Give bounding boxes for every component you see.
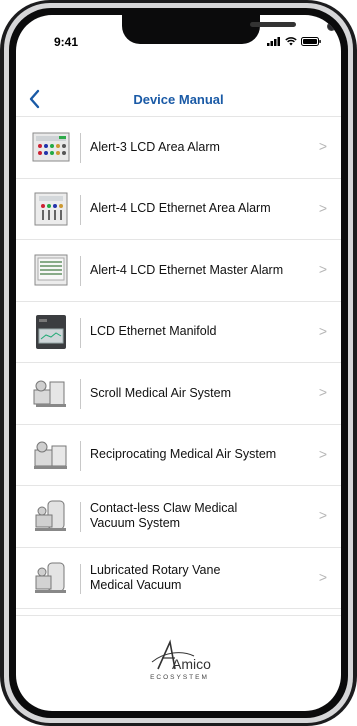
row-separator — [80, 194, 81, 225]
navigation-bar: Device Manual — [16, 85, 341, 115]
alert4-master-thumbnail — [34, 254, 68, 286]
list-item-label: Alert-3 LCD Area Alarm — [90, 139, 220, 154]
logo-subtitle: ECOSYSTEM — [150, 674, 209, 681]
row-separator — [80, 317, 81, 348]
manifold-thumbnail — [36, 314, 66, 349]
list-item[interactable]: Scroll Medical Air System > — [16, 363, 341, 425]
chevron-right-icon: > — [318, 322, 327, 339]
alert4-panel-thumbnail — [34, 192, 68, 225]
list-item-label: Alert-4 LCD Ethernet Area Alarm — [90, 201, 271, 215]
status-icons — [267, 37, 321, 46]
list-item[interactable]: Alert-4 LCD Ethernet Master Alarm > — [16, 240, 341, 302]
footer: Amico ECOSYSTEM — [16, 615, 341, 711]
list-item[interactable]: Lubricated Rotary Vane Medical Vacuum > — [16, 548, 341, 609]
chevron-right-icon: > — [318, 445, 327, 462]
list-item-label: Lubricated Rotary Vane Medical Vacuum — [90, 562, 221, 592]
wifi-icon — [285, 37, 297, 46]
row-separator — [80, 502, 81, 532]
list-item-label: Contact-less Claw Medical Vacuum System — [90, 501, 238, 530]
list-item-label: Scroll Medical Air System — [90, 385, 232, 400]
list-item[interactable]: LCD Ethernet Manifold > — [16, 302, 341, 363]
chevron-right-icon: > — [318, 261, 327, 277]
list-item-label: LCD Ethernet Manifold — [90, 324, 217, 338]
scroll-air-thumbnail — [33, 380, 66, 407]
rotary-vane-thumbnail — [35, 562, 66, 593]
svg-text:Amico: Amico — [172, 656, 211, 672]
list-item-label: Alert-4 LCD Ethernet Master Alarm — [90, 262, 284, 277]
alert3-panel-thumbnail — [32, 132, 70, 162]
chevron-right-icon: > — [318, 138, 327, 154]
status-time: 9:41 — [54, 35, 79, 49]
status-bar: 9:41 — [16, 15, 341, 59]
row-separator — [80, 256, 81, 286]
reciprocating-air-thumbnail — [34, 441, 67, 469]
battery-icon — [301, 37, 321, 46]
chevron-right-icon: > — [318, 384, 327, 400]
list-item[interactable]: Alert-3 LCD Area Alarm > — [16, 117, 341, 179]
row-separator — [80, 563, 81, 594]
phone-frame: 9:41 Device Manual Alert-3 LCD Area Alar… — [0, 0, 357, 726]
amico-logo: Amico ECOSYSTEM — [142, 638, 217, 688]
list-item[interactable]: Contact-less Claw Medical Vacuum System … — [16, 486, 341, 548]
row-separator — [80, 133, 81, 163]
screen: 9:41 Device Manual Alert-3 LCD Area Alar… — [16, 15, 341, 711]
chevron-right-icon: > — [318, 507, 327, 523]
chevron-right-icon: > — [318, 568, 327, 585]
list-item[interactable]: Reciprocating Medical Air System > — [16, 425, 341, 486]
row-separator — [80, 379, 81, 409]
list-item-label: Reciprocating Medical Air System — [90, 447, 277, 461]
chevron-right-icon: > — [318, 199, 327, 216]
device-list: Alert-3 LCD Area Alarm > Alert-4 LCD Eth… — [16, 116, 341, 609]
signal-icon — [267, 37, 280, 46]
page-title: Device Manual — [133, 92, 224, 107]
list-item[interactable]: Alert-4 LCD Ethernet Area Alarm > — [16, 179, 341, 240]
claw-vacuum-thumbnail — [35, 500, 66, 531]
row-separator — [80, 440, 81, 471]
